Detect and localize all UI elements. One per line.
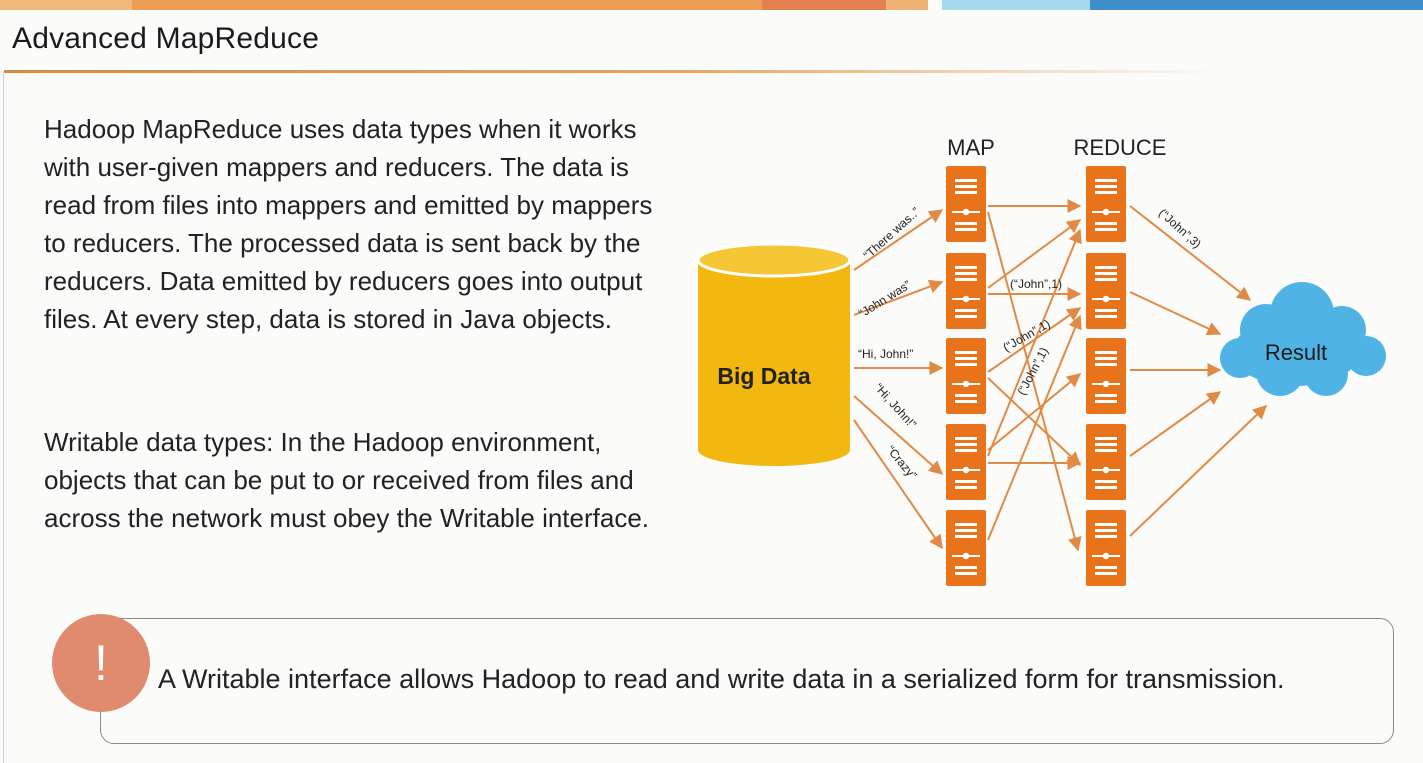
input-label: “John was” <box>856 278 913 321</box>
map-server-icon <box>946 424 986 500</box>
top-accent-bar <box>0 0 1423 10</box>
map-header: MAP <box>947 135 995 160</box>
input-label: “There was..” <box>861 205 923 263</box>
reduce-server-icon <box>1086 338 1126 414</box>
big-data-cylinder <box>696 242 852 466</box>
reduce-server-icon <box>1086 253 1126 329</box>
intro-paragraph: Hadoop MapReduce uses data types when it… <box>44 114 653 334</box>
intermediate-label: (“John”,1) <box>1014 345 1051 398</box>
reduce-server-icon <box>1086 510 1126 586</box>
input-label: “Hi, John!” <box>858 347 913 361</box>
note-text: A Writable interface allows Hadoop to re… <box>158 664 1285 694</box>
exclamation-icon: ! <box>52 614 150 712</box>
input-label: “Hi, John!” <box>872 381 919 432</box>
title-underline <box>4 70 1224 73</box>
big-data-label: Big Data <box>717 363 811 389</box>
result-label: Result <box>1265 340 1327 365</box>
mapreduce-diagram: Big Data MAP REDUCE Result “There was..”… <box>696 135 1386 586</box>
result-cloud <box>1220 282 1386 396</box>
reduce-server-icon <box>1086 166 1126 242</box>
map-server-icon <box>946 510 986 586</box>
input-arrows <box>853 209 944 550</box>
slide-title: Advanced MapReduce <box>12 22 320 55</box>
left-rule <box>3 73 4 763</box>
map-server-icon <box>946 166 986 242</box>
map-server-icon <box>946 253 986 329</box>
reduce-server-icon <box>1086 424 1126 500</box>
reduce-header: REDUCE <box>1074 135 1167 160</box>
writable-paragraph: Writable data types: In the Hadoop envir… <box>44 427 650 533</box>
map-server-icon <box>946 338 986 414</box>
intermediate-label: (“John”,1) <box>1010 277 1062 291</box>
